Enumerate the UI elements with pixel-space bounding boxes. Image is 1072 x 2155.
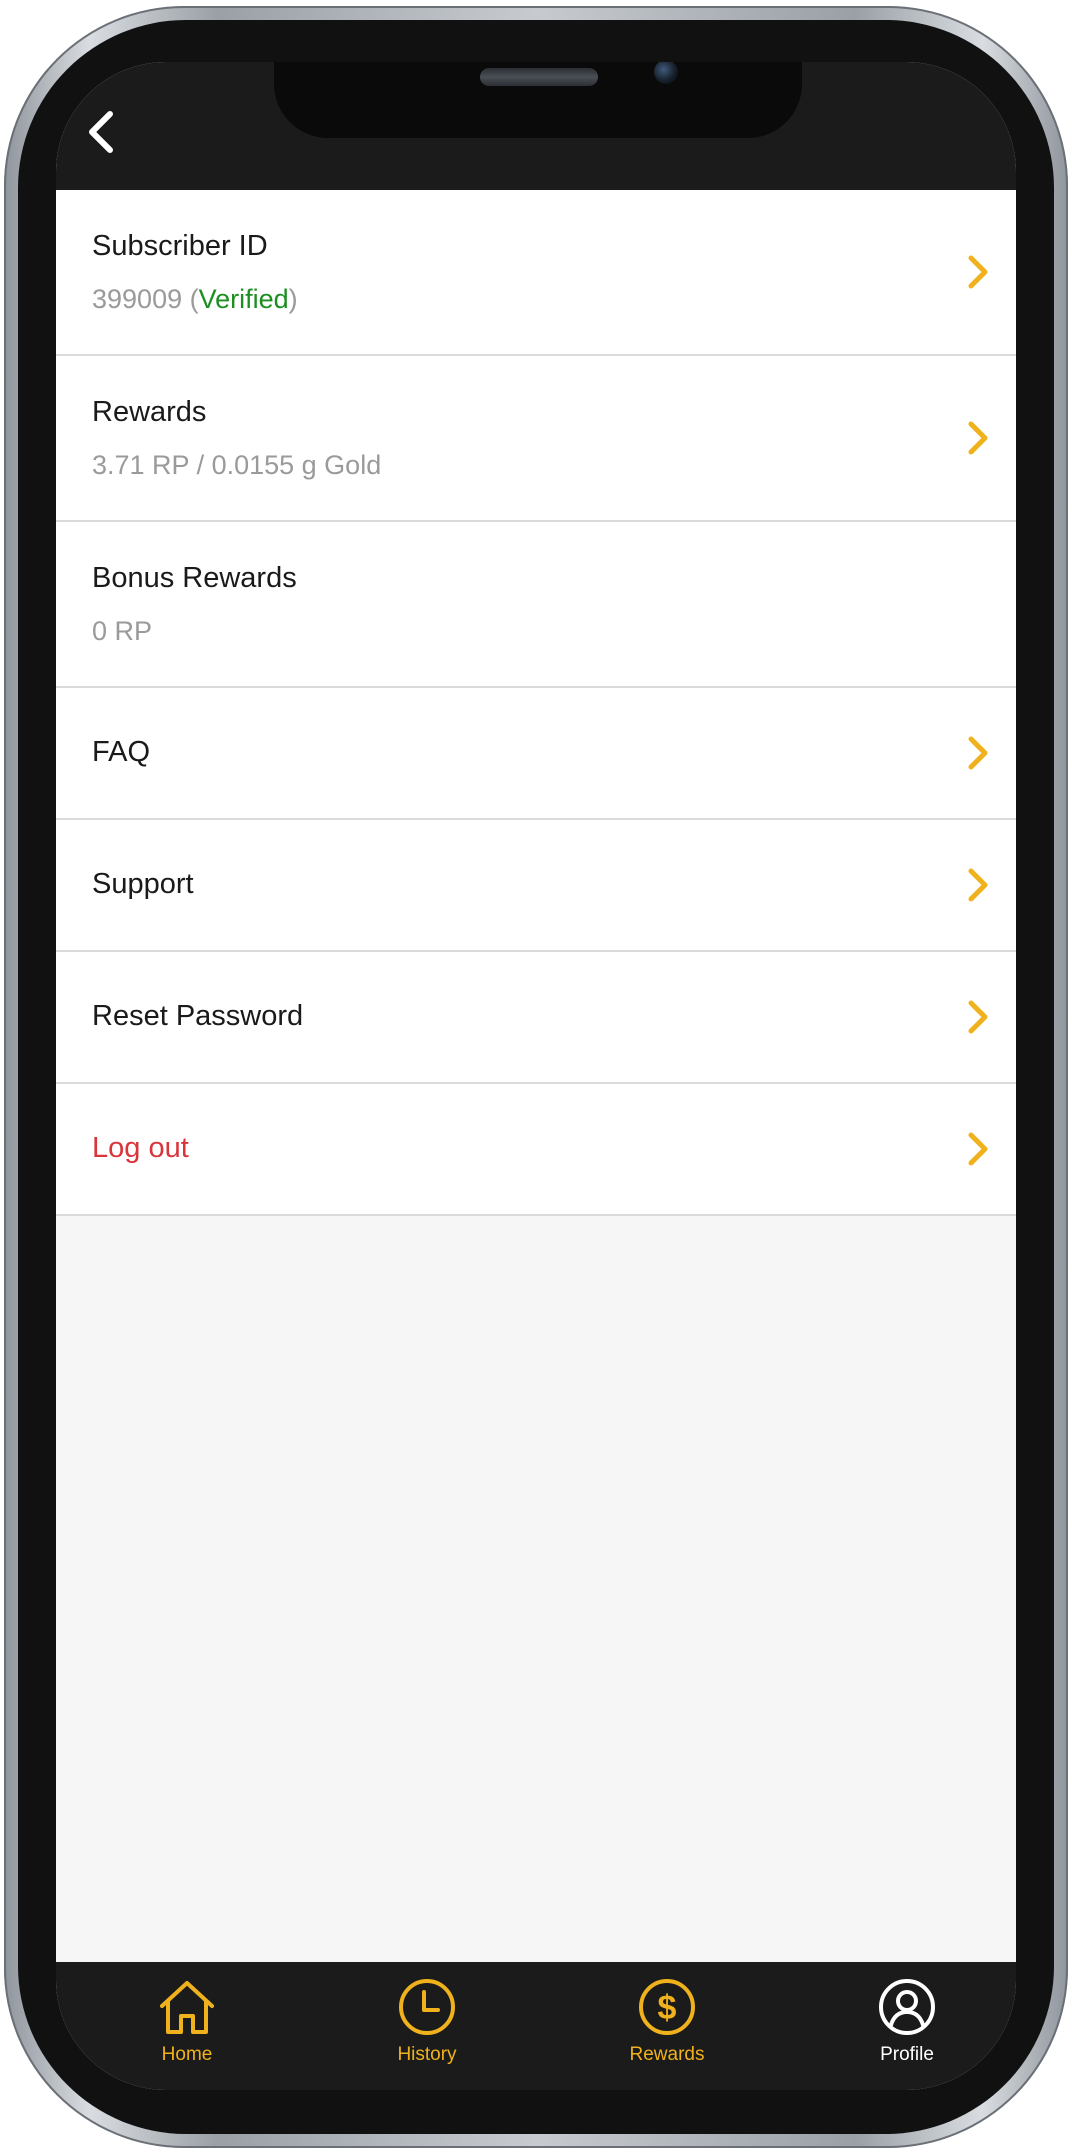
rewards-value: 3.71 RP / 0.0155 g Gold bbox=[92, 450, 382, 480]
chevron-right-icon bbox=[968, 1000, 988, 1034]
menu-item-title: Support bbox=[92, 868, 194, 900]
logout-label: Log out bbox=[92, 1132, 189, 1164]
notch bbox=[274, 62, 802, 138]
bonus-rewards-value: 0 RP bbox=[92, 616, 153, 646]
tab-home[interactable]: Home bbox=[87, 1976, 287, 2066]
tab-label: History bbox=[397, 2044, 457, 2065]
chevron-right-icon bbox=[968, 255, 988, 289]
user-icon bbox=[879, 1979, 935, 2035]
clock-icon bbox=[399, 1979, 455, 2035]
subscriber-id-value: 399009 (Verified) bbox=[92, 284, 298, 315]
status-paren-open: ( bbox=[182, 284, 199, 314]
tab-rewards[interactable]: $ Rewards bbox=[567, 1976, 767, 2066]
bottom-tab-bar: Home History $ Rewards Profile bbox=[56, 1962, 1016, 2090]
home-icon bbox=[160, 1981, 214, 2034]
verified-status: Verified bbox=[198, 284, 289, 314]
chevron-right-icon bbox=[968, 868, 988, 902]
profile-menu: Subscriber ID 399009 (Verified) Rewards … bbox=[56, 190, 1016, 1216]
menu-item-reset-password[interactable]: Reset Password bbox=[56, 952, 1016, 1084]
tab-label: Home bbox=[161, 2044, 213, 2065]
tab-label: Rewards bbox=[629, 2044, 705, 2065]
speaker bbox=[480, 68, 598, 86]
menu-item-rewards[interactable]: Rewards 3.71 RP / 0.0155 g Gold bbox=[56, 356, 1016, 522]
menu-item-support[interactable]: Support bbox=[56, 820, 1016, 952]
chevron-right-icon bbox=[968, 1132, 988, 1166]
menu-item-logout[interactable]: Log out bbox=[56, 1084, 1016, 1216]
tab-profile[interactable]: Profile bbox=[807, 1976, 1007, 2066]
menu-item-subscriber-id[interactable]: Subscriber ID 399009 (Verified) bbox=[56, 190, 1016, 356]
menu-item-title: Bonus Rewards bbox=[92, 562, 297, 594]
menu-item-title: Reset Password bbox=[92, 1000, 304, 1032]
status-paren-close: ) bbox=[288, 284, 298, 314]
screen: Subscriber ID 399009 (Verified) Rewards … bbox=[56, 62, 1016, 2090]
menu-item-faq[interactable]: FAQ bbox=[56, 688, 1016, 820]
header-bar bbox=[56, 62, 1016, 190]
chevron-left-icon bbox=[89, 111, 113, 153]
menu-item-title: FAQ bbox=[92, 736, 151, 768]
menu-item-title: Rewards bbox=[92, 396, 207, 428]
subscriber-id-number: 399009 bbox=[92, 284, 183, 314]
chevron-right-icon bbox=[968, 736, 988, 770]
tab-label: Profile bbox=[880, 2044, 934, 2065]
camera bbox=[654, 62, 678, 84]
menu-item-bonus-rewards: Bonus Rewards 0 RP bbox=[56, 522, 1016, 688]
svg-text:$: $ bbox=[658, 1989, 677, 2027]
chevron-right-icon bbox=[968, 421, 988, 455]
tab-history[interactable]: History bbox=[327, 1976, 527, 2066]
dollar-icon: $ bbox=[639, 1979, 695, 2035]
menu-item-title: Subscriber ID bbox=[92, 230, 268, 262]
back-button[interactable] bbox=[74, 102, 134, 162]
